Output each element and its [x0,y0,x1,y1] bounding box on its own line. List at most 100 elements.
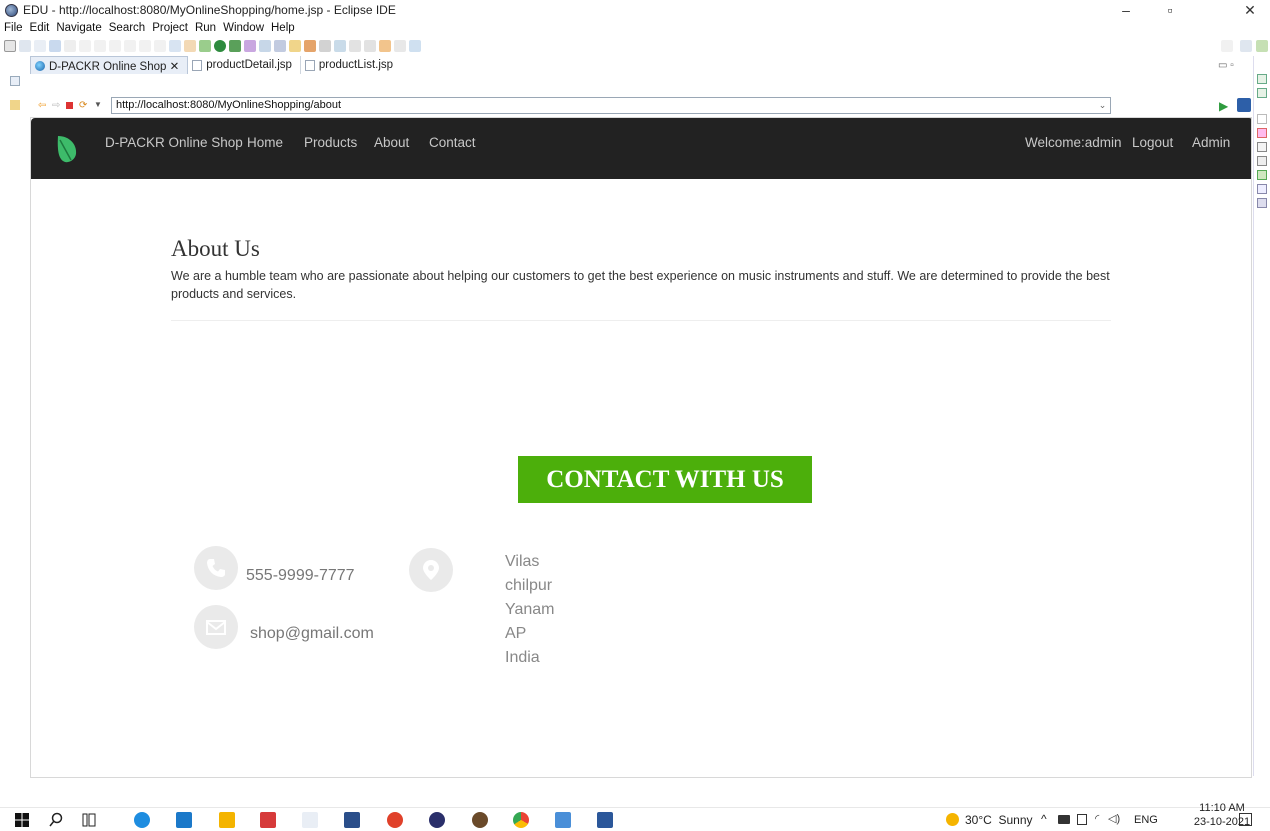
admin-link[interactable]: Admin [1192,135,1230,150]
app-n-icon[interactable] [344,812,360,828]
url-input[interactable]: http://localhost:8080/MyOnlineShopping/a… [111,97,1111,114]
forward-arrow-icon[interactable]: ⇨ [52,100,60,111]
word-icon[interactable] [597,812,613,828]
resume-icon[interactable] [79,40,91,52]
tab-product-list-jsp[interactable]: productList.jsp [301,56,401,74]
refresh-icon[interactable]: ⟳ [79,100,87,111]
menu-bar: File Edit Navigate Search Project Run Wi… [0,20,1270,36]
snippets-view-icon[interactable] [1257,170,1267,180]
menu-navigate[interactable]: Navigate [56,22,101,34]
leaf-logo-icon[interactable] [55,132,79,164]
external-tools-icon[interactable] [244,40,256,52]
step-return-icon[interactable] [154,40,166,52]
battery-icon[interactable] [1058,815,1070,824]
show-hidden-icons-icon[interactable]: ^ [1041,812,1047,826]
package-explorer-icon[interactable] [10,100,20,110]
app-red-icon[interactable] [387,812,403,828]
skip-breakpoints-icon[interactable] [64,40,76,52]
new-package-icon[interactable] [274,40,286,52]
nav-products[interactable]: Products [304,135,357,150]
menu-run[interactable]: Run [195,22,216,34]
menu-help[interactable]: Help [271,22,295,34]
terminal-view-icon[interactable] [1257,198,1267,208]
terminal-icon[interactable] [49,40,61,52]
menu-file[interactable]: File [4,22,23,34]
menu-search[interactable]: Search [109,22,145,34]
data-source-icon[interactable] [1257,156,1267,166]
console-view-icon[interactable] [1257,184,1267,194]
properties-view-icon[interactable] [1257,142,1267,152]
maximize-button[interactable]: ▫ [1150,0,1190,20]
back-arrow-icon[interactable]: ⇦ [38,100,46,111]
file-explorer-icon[interactable] [219,812,235,828]
tab-product-detail-jsp[interactable]: productDetail.jsp [188,56,301,74]
annotation-icon[interactable] [334,40,346,52]
suspend-icon[interactable] [94,40,106,52]
forward-icon[interactable] [394,40,406,52]
perspective-icon[interactable] [1240,40,1252,52]
nav-about[interactable]: About [374,135,409,150]
run-icon[interactable] [214,40,226,52]
save-icon[interactable] [19,40,31,52]
history-dropdown-icon[interactable]: ▼ [94,100,102,109]
search-icon[interactable] [319,40,331,52]
menu-edit[interactable]: Edit [30,22,50,34]
app-blue-icon[interactable] [555,812,571,828]
wifi-icon[interactable]: ◜ [1095,812,1099,825]
new-class-icon[interactable] [289,40,301,52]
task-list-icon[interactable] [1257,88,1267,98]
eclipse-icon[interactable] [429,812,445,828]
tab-d-packr-online-shop[interactable]: D-PACKR Online Shop ✕ [30,56,189,74]
search-icon[interactable] [48,812,64,828]
menu-project[interactable]: Project [152,22,188,34]
run-config-icon[interactable] [229,40,241,52]
taskbar-clock[interactable]: 11:10 AM 23-10-2021 [1192,801,1252,829]
weather-sun-icon[interactable] [946,813,959,826]
go-icon[interactable]: ▶ [1219,99,1228,113]
new-server-icon[interactable] [259,40,271,52]
save-all-icon[interactable] [34,40,46,52]
minimize-button[interactable]: – [1106,0,1146,20]
step-over-icon[interactable] [139,40,151,52]
servers-view-icon[interactable] [1257,114,1267,124]
nav-contact[interactable]: Contact [429,135,476,150]
next-annotation-icon[interactable] [349,40,361,52]
weather-text[interactable]: 30°C Sunny [965,813,1033,827]
quick-access-search-icon[interactable] [1221,40,1233,52]
prev-annotation-icon[interactable] [364,40,376,52]
windows-start-icon[interactable] [14,812,30,828]
step-into-icon[interactable] [124,40,136,52]
app-l-icon[interactable] [176,812,192,828]
pin-editor-icon[interactable] [409,40,421,52]
open-type-icon[interactable] [304,40,316,52]
volume-icon[interactable]: ◁) [1108,812,1120,825]
new-icon[interactable] [4,40,16,52]
language-indicator[interactable]: ENG [1134,814,1158,826]
welcome-user[interactable]: Welcome:admin [1025,135,1122,150]
outline-view-icon[interactable] [1257,74,1267,84]
open-external-browser-icon[interactable] [1237,98,1251,112]
mcafee-icon[interactable] [260,812,276,828]
edge-browser-icon[interactable] [134,812,150,828]
menu-window[interactable]: Window [223,22,264,34]
minimize-editor-icon[interactable]: ▭ ▫ [1218,60,1234,71]
storage-icon[interactable] [1077,814,1087,825]
terminate-icon[interactable] [109,40,121,52]
restore-view-icon[interactable] [10,76,20,86]
url-dropdown-icon[interactable]: ⌄ [1094,97,1111,114]
notepad-icon[interactable] [302,812,318,828]
close-button[interactable]: ✕ [1230,0,1270,20]
app-brown-icon[interactable] [472,812,488,828]
stop-icon[interactable] [66,102,73,109]
tools-icon[interactable] [184,40,196,52]
back-icon[interactable] [379,40,391,52]
logout-link[interactable]: Logout [1132,135,1173,150]
coverage-icon[interactable] [169,40,181,52]
java-ee-perspective-icon[interactable] [1256,40,1268,52]
brand-link[interactable]: D-PACKR Online Shop [105,135,243,150]
markers-view-icon[interactable] [1257,128,1267,138]
chrome-icon[interactable] [513,812,529,828]
task-view-icon[interactable] [81,812,97,828]
nav-home[interactable]: Home [247,135,283,150]
debug-icon[interactable] [199,40,211,52]
